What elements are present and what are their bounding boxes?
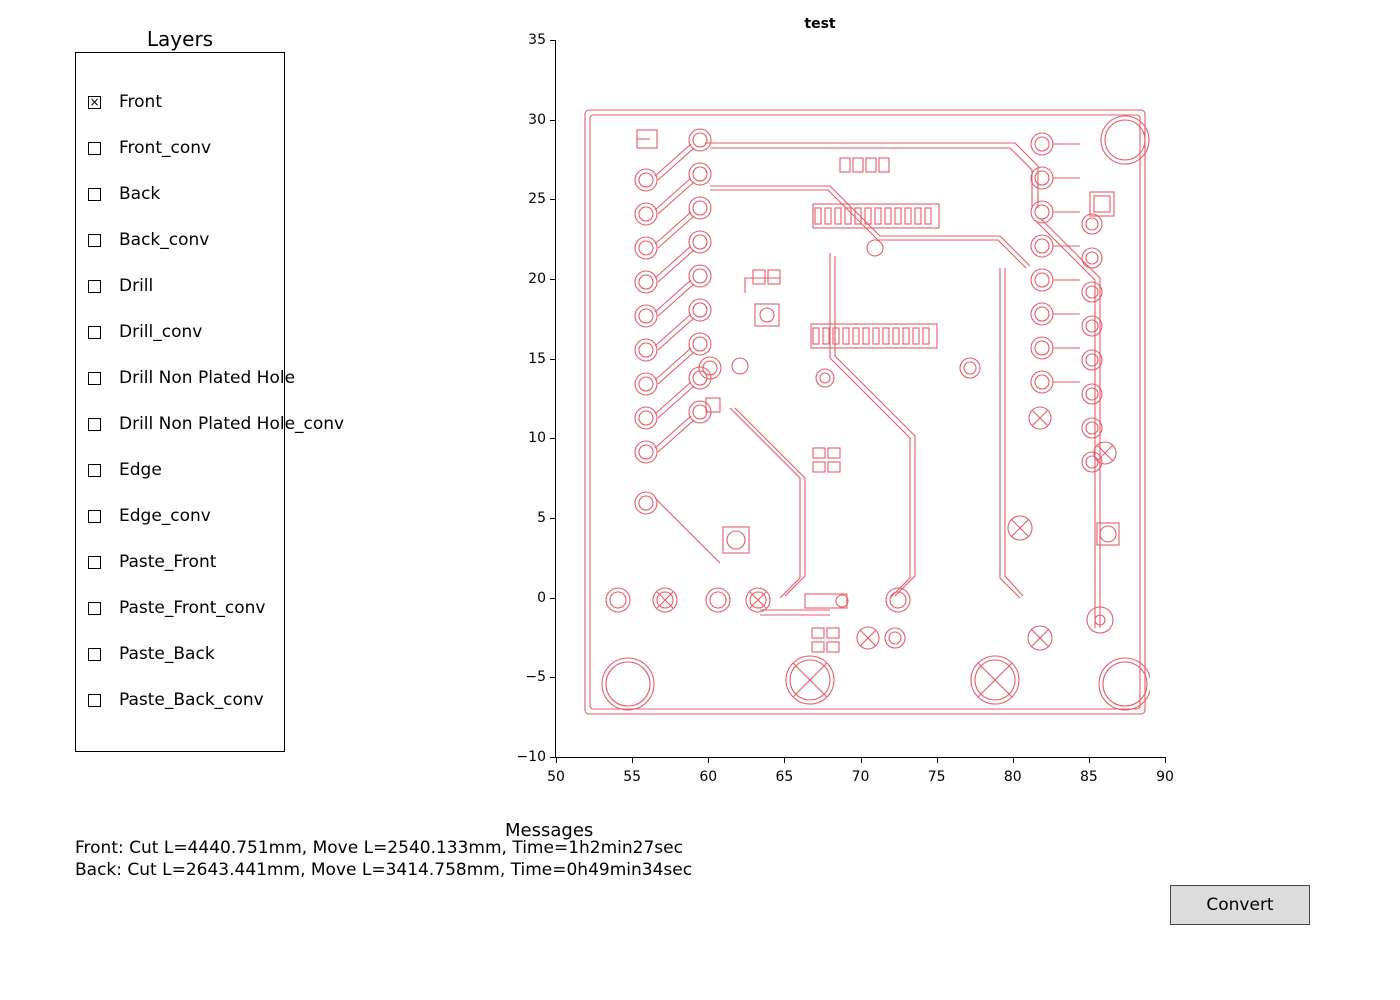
ytick-label: 25	[506, 191, 546, 207]
layer-label: Drill Non Plated Hole_conv	[119, 414, 344, 434]
xtick-label: 70	[846, 769, 876, 785]
xtick-label: 85	[1074, 769, 1104, 785]
xtick-label: 60	[693, 769, 723, 785]
checkbox-icon[interactable]	[88, 694, 101, 707]
layer-row[interactable]: Front_conv	[86, 125, 274, 171]
checkbox-icon[interactable]	[88, 188, 101, 201]
layers-title: Layers	[75, 27, 285, 51]
layer-label: Front_conv	[119, 138, 211, 158]
layer-row[interactable]: Paste_Back_conv	[86, 677, 274, 723]
layer-label: Paste_Front	[119, 552, 216, 572]
ytick-label: 5	[506, 510, 546, 526]
checkbox-icon[interactable]	[88, 326, 101, 339]
plot-area[interactable]: test 35 30 25 20 15 10 5 0 −5 −10 50 55 …	[500, 18, 1200, 778]
layer-row[interactable]: Drill Non Plated Hole	[86, 355, 274, 401]
layer-row[interactable]: Back_conv	[86, 217, 274, 263]
checkbox-icon[interactable]	[88, 280, 101, 293]
checkbox-icon[interactable]	[88, 602, 101, 615]
checkbox-icon[interactable]	[88, 510, 101, 523]
checkbox-icon[interactable]	[88, 648, 101, 661]
xtick-label: 80	[998, 769, 1028, 785]
layer-label: Paste_Back_conv	[119, 690, 264, 710]
layer-row[interactable]: Paste_Back	[86, 631, 274, 677]
layers-panel: × Front Front_conv Back Back_conv Drill …	[75, 52, 285, 752]
layer-label: Paste_Back	[119, 644, 215, 664]
layer-label: Back	[119, 184, 160, 204]
checkbox-icon[interactable]	[88, 556, 101, 569]
layer-label: Drill_conv	[119, 322, 202, 342]
checkbox-icon[interactable]	[88, 372, 101, 385]
layer-label: Front	[119, 92, 162, 112]
xtick-label: 65	[769, 769, 799, 785]
layer-row[interactable]: Edge_conv	[86, 493, 274, 539]
ytick-label: 10	[506, 430, 546, 446]
checkbox-icon[interactable]	[88, 142, 101, 155]
layer-row[interactable]: Drill	[86, 263, 274, 309]
ytick-label: −5	[506, 669, 546, 685]
plot-title: test	[500, 16, 1140, 32]
ytick-label: 15	[506, 351, 546, 367]
layer-label: Edge	[119, 460, 162, 480]
xtick-label: 75	[922, 769, 952, 785]
xtick-label: 50	[541, 769, 571, 785]
checkbox-icon[interactable]	[88, 234, 101, 247]
layer-row[interactable]: Paste_Front_conv	[86, 585, 274, 631]
app-root: Layers × Front Front_conv Back Back_conv…	[0, 0, 1400, 1000]
ytick-label: 30	[506, 112, 546, 128]
ytick-label: 35	[506, 32, 546, 48]
layer-row[interactable]: Paste_Front	[86, 539, 274, 585]
layer-row[interactable]: Drill Non Plated Hole_conv	[86, 401, 274, 447]
layer-label: Back_conv	[119, 230, 209, 250]
message-line: Back: Cut L=2643.441mm, Move L=3414.758m…	[75, 860, 692, 880]
pcb-canvas	[580, 108, 1150, 716]
ytick-label: 0	[506, 590, 546, 606]
layer-label: Paste_Front_conv	[119, 598, 265, 618]
layer-label: Drill	[119, 276, 153, 296]
checkbox-icon[interactable]: ×	[88, 96, 101, 109]
layer-row[interactable]: Back	[86, 171, 274, 217]
layer-label: Drill Non Plated Hole	[119, 368, 295, 388]
layer-row[interactable]: × Front	[86, 79, 274, 125]
xtick-label: 55	[617, 769, 647, 785]
ytick-label: −10	[506, 749, 546, 765]
xtick-label: 90	[1150, 769, 1180, 785]
checkbox-icon[interactable]	[88, 418, 101, 431]
layer-row[interactable]: Edge	[86, 447, 274, 493]
layer-label: Edge_conv	[119, 506, 211, 526]
message-line: Front: Cut L=4440.751mm, Move L=2540.133…	[75, 838, 683, 858]
layer-row[interactable]: Drill_conv	[86, 309, 274, 355]
checkbox-icon[interactable]	[88, 464, 101, 477]
convert-button[interactable]: Convert	[1170, 885, 1310, 925]
ytick-label: 20	[506, 271, 546, 287]
